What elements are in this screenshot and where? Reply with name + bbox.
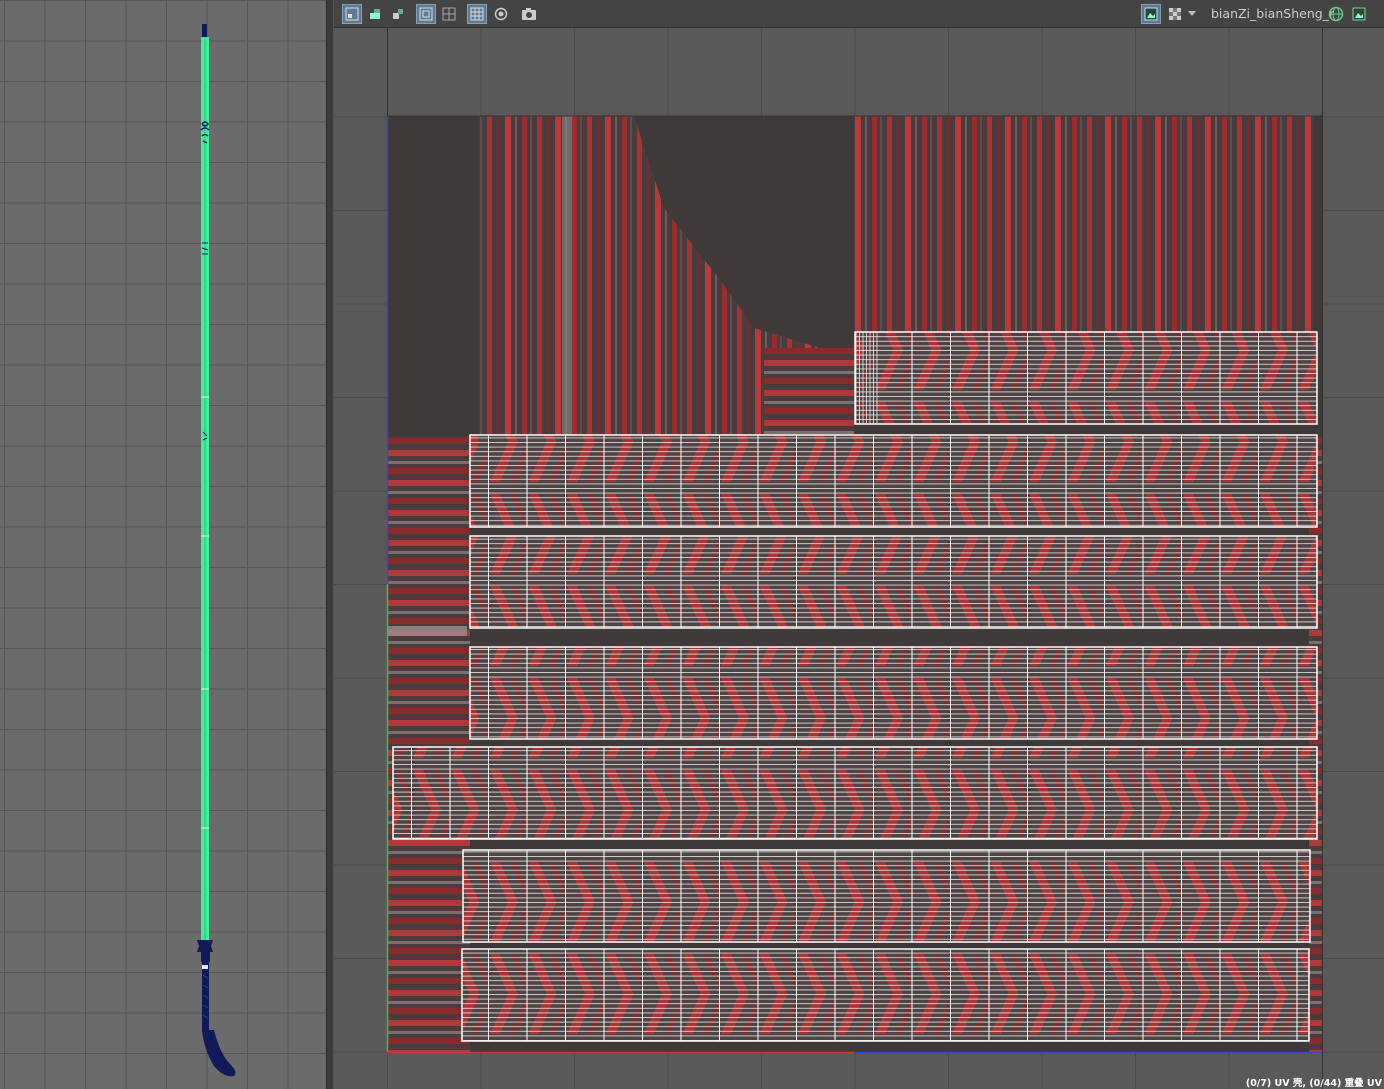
uv-shell-3[interactable]: [469, 535, 1318, 629]
whip-tip: [202, 24, 207, 38]
isolate-select-icon[interactable]: [416, 4, 436, 24]
uv-shell-5[interactable]: [392, 746, 1318, 840]
uv-shell-2[interactable]: [469, 434, 1318, 528]
dropdown-arrow-icon[interactable]: [1185, 4, 1199, 24]
uv-toolbar: bianZi_bianSheng_r: [334, 0, 1384, 28]
pixel-snap-icon[interactable]: [491, 4, 511, 24]
uv-shell-6[interactable]: [462, 849, 1311, 943]
uv-canvas[interactable]: [334, 28, 1384, 1089]
whip-model[interactable]: [0, 0, 326, 1089]
checker-toggle-icon[interactable]: [1165, 4, 1185, 24]
uv-shell-4[interactable]: [469, 646, 1318, 740]
uv-set-globe-icon[interactable]: [1326, 4, 1346, 24]
uv-set-name[interactable]: bianZi_bianSheng_r: [1211, 6, 1334, 21]
camera-snapshot-icon[interactable]: [519, 4, 539, 24]
uv-texture-area[interactable]: [334, 28, 1384, 1089]
checker-icon[interactable]: [467, 4, 487, 24]
panel-splitter[interactable]: [326, 0, 334, 1089]
uv-status-readout: (0/7) UV 壳, (0/44) 重叠 UV: [1245, 1078, 1382, 1089]
uv-editor-panel: bianZi_bianSheng_r (0/7) UV 壳, (0/44) 重叠…: [334, 0, 1384, 1089]
grid-toggle-icon[interactable]: [439, 4, 459, 24]
move-tool-icon[interactable]: [365, 4, 385, 24]
image-display-icon[interactable]: [1141, 4, 1161, 24]
whip-handle: [197, 940, 236, 1077]
uv-shell-icon[interactable]: [342, 4, 362, 24]
snap-icon[interactable]: [388, 4, 408, 24]
uv-shell-1[interactable]: [854, 331, 1318, 425]
uv-shell-7[interactable]: [461, 948, 1310, 1042]
perspective-viewport[interactable]: [0, 0, 326, 1089]
image-icon[interactable]: [1349, 4, 1369, 24]
